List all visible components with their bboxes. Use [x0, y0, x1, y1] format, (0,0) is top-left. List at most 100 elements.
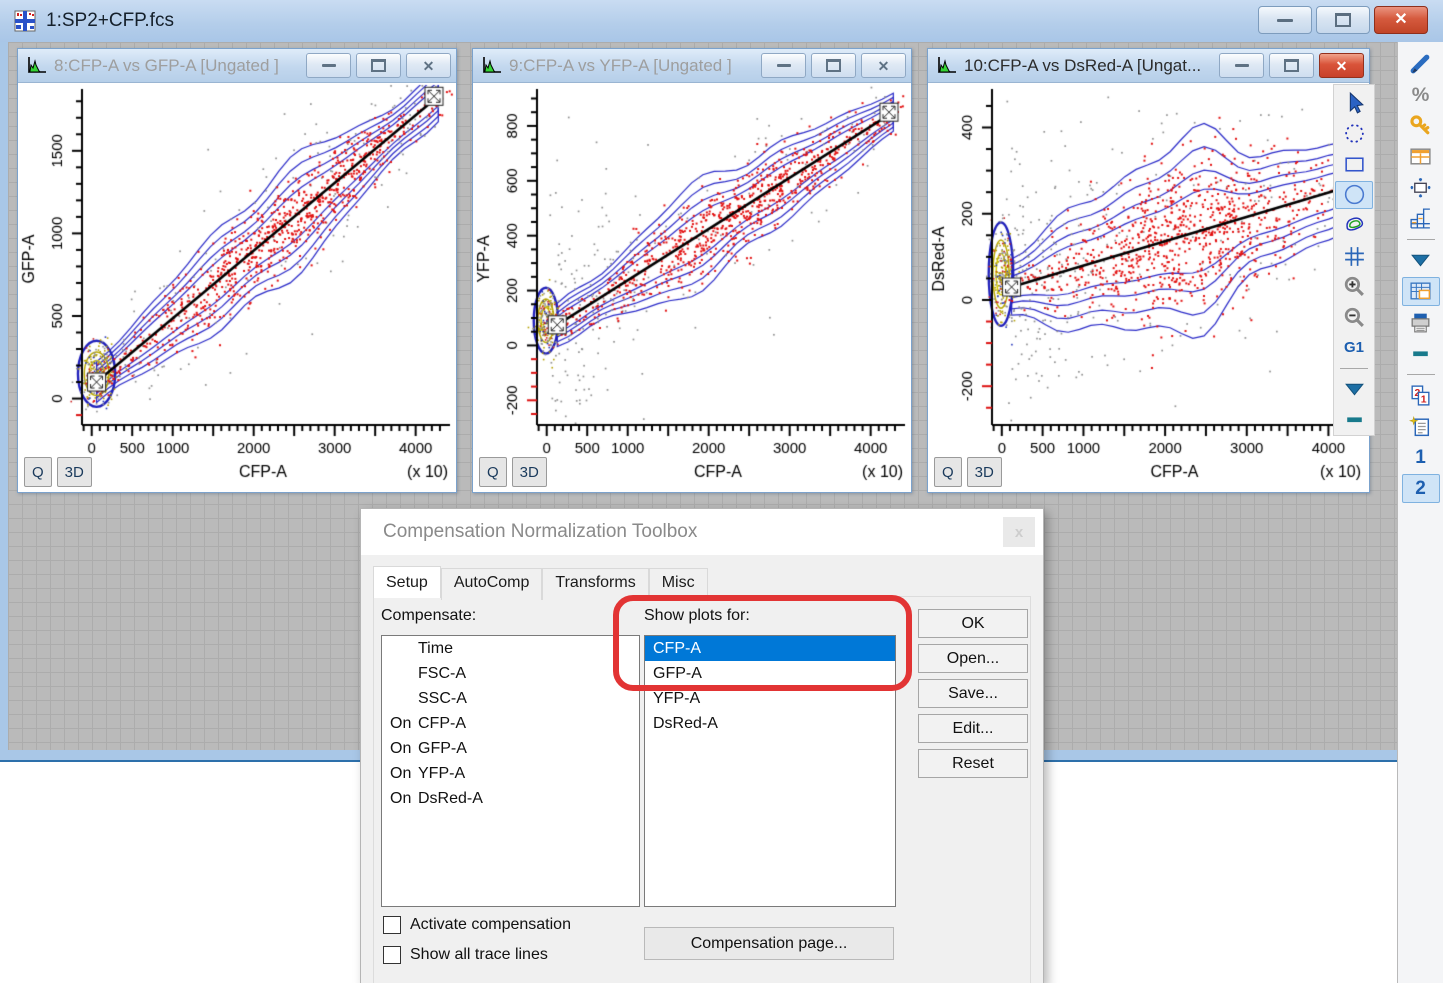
tab-autocomp[interactable]: AutoComp	[441, 568, 543, 600]
tab-transforms[interactable]: Transforms	[542, 568, 648, 600]
close-button[interactable]: ✕	[1374, 6, 1428, 34]
show-plots-item-yfp-a[interactable]: YFP-A	[645, 686, 895, 711]
save-button[interactable]: Save...	[918, 679, 1028, 708]
tab-setup[interactable]: Setup	[373, 566, 441, 598]
plot-close-button[interactable]: ✕	[406, 53, 451, 78]
plot-window-controls: ✕	[306, 53, 451, 78]
minimize-button[interactable]	[1258, 6, 1312, 34]
show-plots-label: Show plots for:	[644, 607, 750, 625]
freehand-gate-icon[interactable]	[1335, 211, 1373, 240]
channel-label: SSC-A	[418, 690, 467, 708]
polygon-gate-icon[interactable]	[1335, 120, 1373, 149]
dialog-close-icon[interactable]: x	[1003, 517, 1035, 547]
histogram-icon	[26, 56, 48, 75]
gate-toolbar: G1	[1333, 84, 1375, 436]
g1-gate-label: G1	[1344, 339, 1364, 356]
plot-minimize-button[interactable]	[761, 53, 806, 78]
compensate-item-gfp-a[interactable]: OnGFP-A	[382, 736, 639, 761]
printer-icon[interactable]	[1402, 308, 1440, 337]
threed-button[interactable]: 3D	[967, 457, 1002, 487]
dialog-title-bar[interactable]: Compensation Normalization Toolbox x	[361, 509, 1043, 555]
down-triangle-icon[interactable]	[1335, 375, 1373, 404]
plot-minimize-button[interactable]	[306, 53, 351, 78]
quadrant-button[interactable]: Q	[24, 457, 52, 487]
plot-corner-buttons: Q3D	[479, 457, 547, 487]
compensation-page-button[interactable]: Compensation page...	[644, 927, 894, 960]
plot-window-title: 9:CFP-A vs YFP-A [Ungated ]	[509, 56, 732, 76]
plot-title-bar[interactable]: 8:CFP-A vs GFP-A [Ungated ] ✕	[18, 49, 456, 83]
zoom-out-icon[interactable]	[1335, 303, 1373, 332]
checkbox-box[interactable]	[383, 916, 401, 934]
compensate-listbox[interactable]: TimeFSC-ASSC-AOnCFP-AOnGFP-AOnYFP-AOnDsR…	[381, 635, 640, 907]
new-document-icon[interactable]	[1402, 412, 1440, 441]
histogram-icon	[936, 56, 958, 75]
scatter-plot-canvas[interactable]	[928, 83, 1369, 492]
checkbox-activate[interactable]: Activate compensation	[383, 916, 571, 934]
reset-button[interactable]: Reset	[918, 749, 1028, 778]
compensate-item-ssc-a[interactable]: SSC-A	[382, 686, 639, 711]
down-triangle-icon[interactable]	[1402, 246, 1440, 275]
dash-icon[interactable]	[1335, 405, 1373, 434]
plot-maximize-button[interactable]	[1269, 53, 1314, 78]
plot-title-bar[interactable]: 10:CFP-A vs DsRed-A [Ungat...✕	[928, 49, 1369, 83]
show-plots-item-dsred-a[interactable]: DsRed-A	[645, 711, 895, 736]
threed-button[interactable]: 3D	[57, 457, 92, 487]
application-window: 1:SP2+CFP.fcs ✕ 8:CFP-A vs GFP-A [Ungate…	[0, 0, 1443, 983]
edit-button[interactable]: Edit...	[918, 714, 1028, 743]
compensate-item-yfp-a[interactable]: OnYFP-A	[382, 761, 639, 786]
compensation-dialog: Compensation Normalization Toolbox x Set…	[360, 508, 1044, 983]
table-layout-icon[interactable]	[1402, 142, 1440, 171]
rectangle-gate-icon[interactable]	[1335, 150, 1373, 179]
quadrant-button[interactable]: Q	[934, 457, 962, 487]
show-plots-item-gfp-a[interactable]: GFP-A	[645, 661, 895, 686]
toolbar-divider	[1340, 368, 1368, 369]
page-2-button[interactable]: 2	[1402, 474, 1440, 503]
plot-maximize-button[interactable]	[811, 53, 856, 78]
page-1-button[interactable]: 1	[1402, 443, 1440, 472]
tab-misc[interactable]: Misc	[649, 568, 708, 600]
plot-body: Q3D	[473, 83, 911, 492]
compensate-item-cfp-a[interactable]: OnCFP-A	[382, 711, 639, 736]
pencil-icon[interactable]	[1402, 49, 1440, 78]
dash-icon[interactable]	[1402, 339, 1440, 368]
plot-body: Q3D	[18, 83, 456, 492]
show-plots-listbox[interactable]: CFP-AGFP-AYFP-ADsRed-A	[644, 635, 896, 907]
pointer-arrow-icon[interactable]	[1335, 89, 1373, 118]
scatter-plot-canvas[interactable]	[473, 83, 911, 492]
plot-window-controls: ✕	[1219, 53, 1364, 78]
compensate-on-flag: On	[382, 740, 418, 758]
ellipse-gate-icon[interactable]	[1335, 181, 1373, 210]
data-grid-icon[interactable]	[1402, 277, 1440, 306]
key-icon[interactable]	[1402, 111, 1440, 140]
plot-maximize-button[interactable]	[356, 53, 401, 78]
plot-close-button[interactable]: ✕	[1319, 53, 1364, 78]
percent-icon[interactable]: %	[1402, 80, 1440, 109]
quadrant-button[interactable]: Q	[479, 457, 507, 487]
maximize-button[interactable]	[1316, 6, 1370, 34]
g1-gate-button[interactable]: G1	[1335, 333, 1373, 362]
show-plots-item-cfp-a[interactable]: CFP-A	[645, 636, 895, 661]
zoom-in-icon[interactable]	[1335, 272, 1373, 301]
pages-icon[interactable]: 21	[1402, 381, 1440, 410]
step-chart-icon[interactable]	[1402, 204, 1440, 233]
svg-text:1: 1	[1421, 394, 1427, 405]
compensate-item-time[interactable]: Time	[382, 636, 639, 661]
checkbox-show[interactable]: Show all trace lines	[383, 946, 548, 964]
plot-corner-buttons: Q3D	[24, 457, 92, 487]
checkbox-label: Activate compensation	[410, 916, 571, 934]
plot-window-title: 8:CFP-A vs GFP-A [Ungated ]	[54, 56, 279, 76]
plot-title-bar[interactable]: 9:CFP-A vs YFP-A [Ungated ] ✕	[473, 49, 911, 83]
plot-minimize-button[interactable]	[1219, 53, 1264, 78]
scatter-plot-canvas[interactable]	[18, 83, 456, 492]
open-button[interactable]: Open...	[918, 644, 1028, 673]
ok-button[interactable]: OK	[918, 609, 1028, 638]
threed-button[interactable]: 3D	[512, 457, 547, 487]
expand-icon[interactable]	[1402, 173, 1440, 202]
plot-close-button[interactable]: ✕	[861, 53, 906, 78]
compensate-item-fsc-a[interactable]: FSC-A	[382, 661, 639, 686]
compensate-item-dsred-a[interactable]: OnDsRed-A	[382, 786, 639, 811]
checkbox-box[interactable]	[383, 946, 401, 964]
channel-label: DsRed-A	[418, 790, 483, 808]
compensate-on-flag: On	[382, 790, 418, 808]
quadrant-grid-icon[interactable]	[1335, 242, 1373, 271]
